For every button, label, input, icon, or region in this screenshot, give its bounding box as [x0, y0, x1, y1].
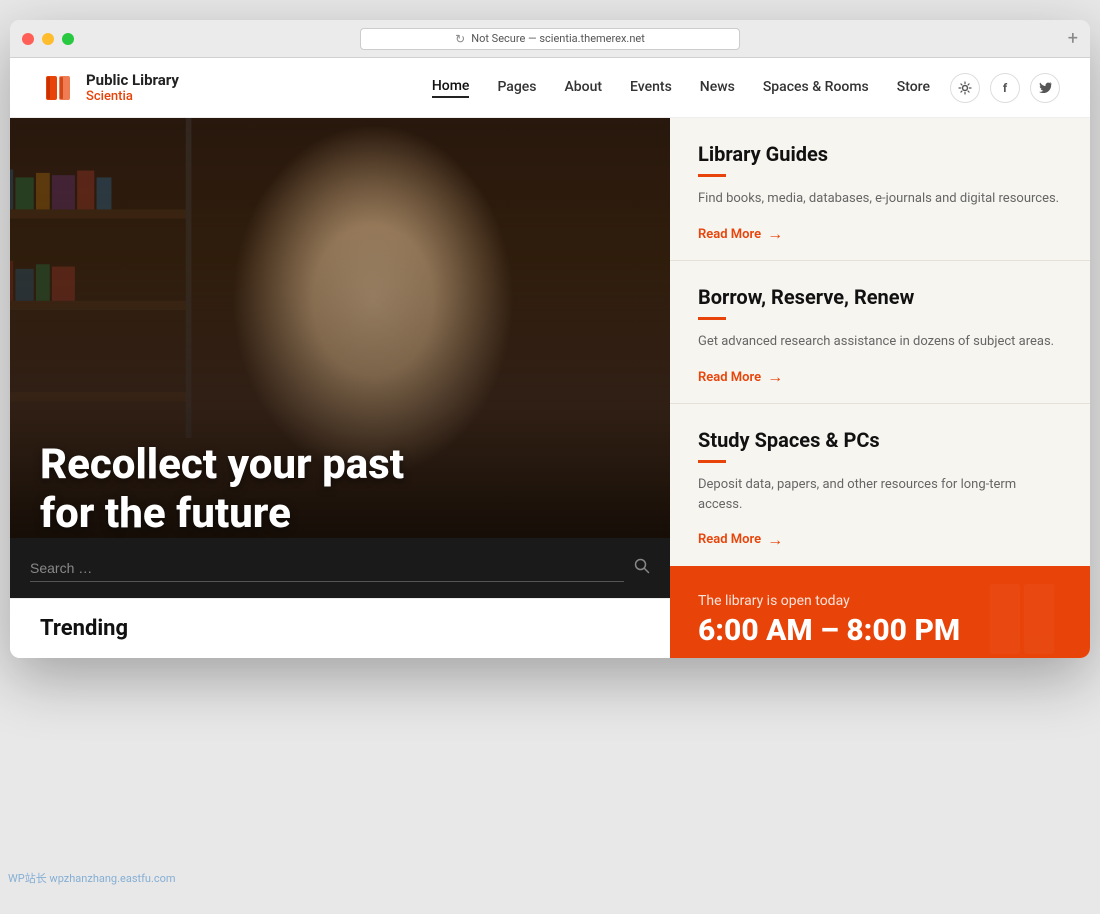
- window-buttons: [22, 33, 74, 45]
- close-button[interactable]: [22, 33, 34, 45]
- settings-icon-btn[interactable]: [950, 73, 980, 103]
- facebook-icon: f: [1003, 81, 1007, 95]
- borrow-panel: Borrow, Reserve, Renew Get advanced rese…: [670, 261, 1090, 404]
- library-guides-panel: Library Guides Find books, media, databa…: [670, 118, 1090, 261]
- url-bar[interactable]: ↻ Not Secure — scientia.themerex.net: [360, 28, 740, 50]
- library-guides-title: Library Guides: [698, 142, 1062, 166]
- tease-left: Trending: [40, 616, 550, 641]
- twitter-icon: [1039, 82, 1052, 93]
- logo-area[interactable]: Public Library Scientia: [40, 70, 179, 106]
- nav-about[interactable]: About: [564, 79, 602, 97]
- book-deco-icon: [980, 574, 1070, 659]
- nav-news[interactable]: News: [700, 79, 735, 97]
- hero-headline: Recollect your past for the future: [40, 441, 640, 538]
- hours-panel: The library is open today 6:00 AM – 8:00…: [670, 566, 1090, 659]
- hero-headline-line1: Recollect your past: [40, 441, 640, 489]
- minimize-button[interactable]: [42, 33, 54, 45]
- search-input[interactable]: [30, 555, 624, 582]
- search-submit-icon[interactable]: [634, 558, 650, 578]
- study-spaces-read-more[interactable]: Read More →: [698, 530, 783, 550]
- social-icons: f: [950, 73, 1060, 103]
- borrow-title: Borrow, Reserve, Renew: [698, 285, 1062, 309]
- nav-events[interactable]: Events: [630, 79, 672, 97]
- trending-title: Trending: [40, 616, 550, 641]
- refresh-icon: ↻: [455, 32, 465, 46]
- nav-pages[interactable]: Pages: [497, 79, 536, 97]
- nav-spaces[interactable]: Spaces & Rooms: [763, 79, 869, 97]
- nav-store[interactable]: Store: [897, 79, 930, 97]
- logo-icon: [40, 70, 76, 106]
- logo-text: Public Library Scientia: [86, 71, 179, 104]
- hero-section: Recollect your past for the future Lib: [10, 118, 1090, 598]
- hero-image-area: Recollect your past for the future: [10, 118, 670, 598]
- add-tab-button[interactable]: +: [1068, 28, 1078, 49]
- facebook-icon-btn[interactable]: f: [990, 73, 1020, 103]
- site-header: Public Library Scientia Home Pages About…: [10, 58, 1090, 118]
- study-spaces-desc: Deposit data, papers, and other resource…: [698, 475, 1062, 514]
- study-spaces-accent: [698, 460, 726, 463]
- hero-sidebar: Library Guides Find books, media, databa…: [670, 118, 1090, 598]
- library-guides-desc: Find books, media, databases, e-journals…: [698, 189, 1062, 209]
- arrow-icon-2: →: [767, 367, 783, 387]
- study-spaces-panel: Study Spaces & PCs Deposit data, papers,…: [670, 404, 1090, 566]
- watermark: WP站长 wpzhanzhang.eastfu.com: [8, 870, 176, 886]
- twitter-icon-btn[interactable]: [1030, 73, 1060, 103]
- browser-window: ↻ Not Secure — scientia.themerex.net + P…: [10, 20, 1090, 658]
- nav-home[interactable]: Home: [432, 78, 470, 98]
- url-text: Not Secure — scientia.themerex.net: [471, 32, 645, 45]
- borrow-read-more[interactable]: Read More →: [698, 367, 783, 387]
- maximize-button[interactable]: [62, 33, 74, 45]
- hero-text-block: Recollect your past for the future: [40, 441, 640, 538]
- study-spaces-title: Study Spaces & PCs: [698, 428, 1062, 452]
- titlebar: ↻ Not Secure — scientia.themerex.net +: [10, 20, 1090, 58]
- arrow-icon: →: [767, 224, 783, 244]
- settings-icon: [958, 81, 972, 95]
- main-nav: Home Pages About Events News Spaces & Ro…: [432, 78, 930, 98]
- arrow-icon-3: →: [767, 530, 783, 550]
- library-guides-accent: [698, 174, 726, 177]
- hero-headline-line2: for the future: [40, 490, 640, 538]
- borrow-desc: Get advanced research assistance in doze…: [698, 332, 1062, 352]
- hero-search-bar: [10, 538, 670, 598]
- logo-sub: Scientia: [86, 89, 179, 104]
- borrow-accent: [698, 317, 726, 320]
- library-guides-read-more[interactable]: Read More →: [698, 224, 783, 244]
- logo-name: Public Library: [86, 71, 179, 89]
